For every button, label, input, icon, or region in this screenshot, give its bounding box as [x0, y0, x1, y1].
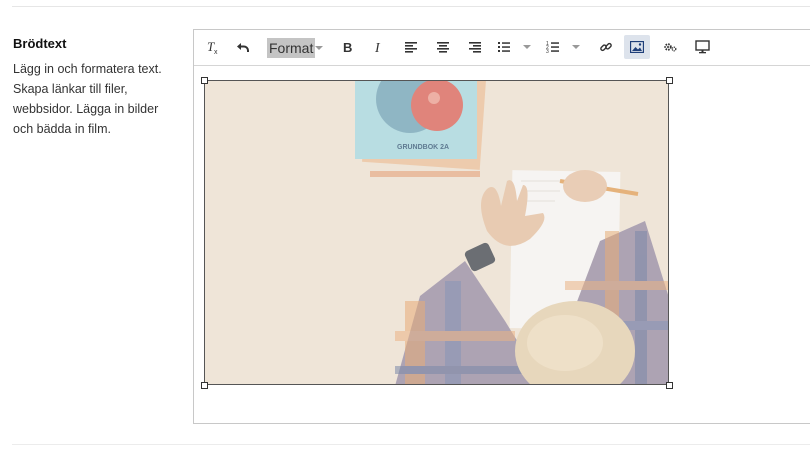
chevron-down-icon — [523, 45, 531, 49]
align-left-button[interactable] — [401, 35, 421, 59]
chevron-down-icon — [315, 46, 323, 50]
field-label: Brödtext Lägg in och formatera text. Ska… — [13, 36, 183, 139]
link-icon — [600, 42, 612, 52]
help-line: och bädda in film. — [13, 122, 111, 136]
undo-icon — [237, 43, 249, 52]
preview-button[interactable] — [691, 35, 713, 59]
align-center-button[interactable] — [433, 35, 453, 59]
bulleted-list-icon — [498, 42, 510, 52]
image-button[interactable] — [624, 35, 650, 59]
embed-icon — [664, 43, 677, 52]
field-title: Brödtext — [13, 36, 67, 51]
italic-button[interactable]: I — [369, 35, 389, 59]
svg-text:I: I — [374, 41, 381, 54]
embed-button[interactable] — [659, 35, 681, 59]
remove-format-icon: T x — [207, 39, 218, 55]
help-line: webbsidor. Lägga in bilder — [13, 102, 159, 116]
remove-format-button[interactable]: T x — [202, 35, 222, 59]
image-icon — [630, 41, 644, 53]
resize-handle-top-left[interactable] — [201, 77, 208, 84]
numbered-list-button[interactable]: 1 2 3 — [546, 35, 584, 59]
child-drawing-photo: GRUNDBOK 2A — [205, 81, 668, 384]
resize-handle-top-right[interactable] — [666, 77, 673, 84]
rich-text-editor: T x Format B I 1 2 3 GRUNDBOK 2A — [193, 29, 810, 424]
align-center-icon — [437, 42, 449, 53]
format-dropdown[interactable]: Format — [267, 38, 316, 58]
editor-toolbar: T x Format B I 1 2 3 — [194, 30, 810, 66]
numbered-list-icon: 1 2 3 — [546, 41, 559, 54]
italic-icon: I — [374, 41, 381, 54]
resize-handle-bottom-left[interactable] — [201, 382, 208, 389]
svg-text:3: 3 — [546, 49, 549, 54]
svg-text:x: x — [214, 49, 218, 55]
help-line: Skapa länkar till filer, — [13, 82, 128, 96]
embedded-image[interactable]: GRUNDBOK 2A — [204, 80, 669, 385]
svg-text:B: B — [343, 40, 352, 54]
help-line: Lägg in och formatera text. — [13, 62, 162, 76]
align-left-icon — [405, 42, 417, 53]
field-help-text: Lägg in och formatera text. Skapa länkar… — [13, 59, 183, 139]
top-divider — [12, 6, 810, 7]
bold-icon: B — [343, 40, 352, 54]
link-button[interactable] — [595, 35, 617, 59]
bottom-divider — [12, 444, 810, 445]
editor-content-area[interactable]: GRUNDBOK 2A — [194, 66, 810, 423]
align-right-button[interactable] — [465, 35, 485, 59]
preview-icon — [694, 40, 710, 54]
chevron-down-icon — [572, 45, 580, 49]
bold-button[interactable]: B — [337, 35, 357, 59]
bulleted-list-button[interactable] — [497, 35, 535, 59]
undo-button[interactable] — [233, 35, 253, 59]
align-right-icon — [469, 42, 481, 53]
resize-handle-bottom-right[interactable] — [666, 382, 673, 389]
